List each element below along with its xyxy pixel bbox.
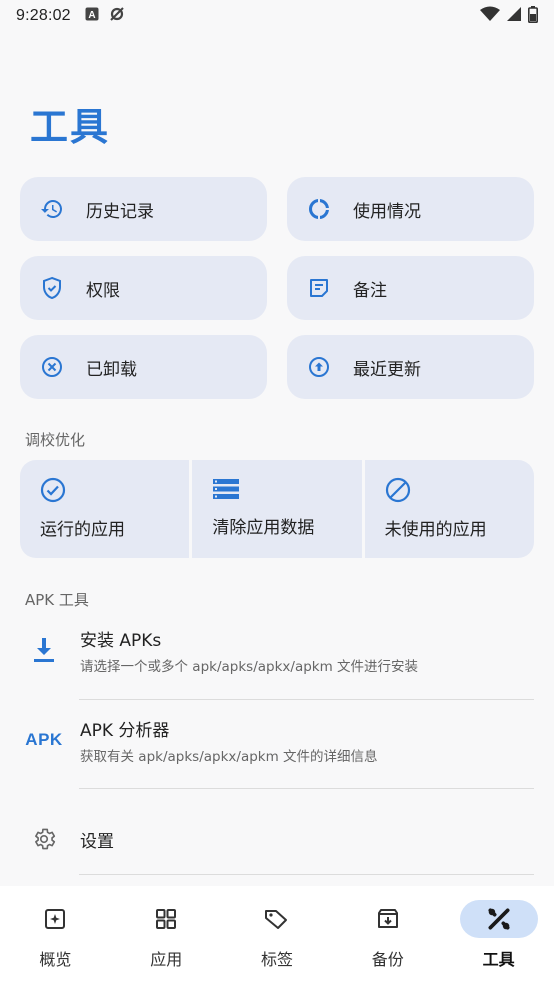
check-circle-icon [40, 477, 189, 507]
tools-icon [459, 900, 538, 938]
tuning-clear-app-data[interactable]: 清除应用数据 [192, 460, 362, 558]
nav-overview[interactable]: 概览 [0, 886, 111, 984]
tool-label: 使用情况 [353, 201, 421, 222]
apk-badge-icon: APK [0, 730, 80, 750]
tuning-group: 运行的应用 清除应用数据 未使用的应用 [20, 460, 534, 558]
nav-label: 应用 [150, 950, 183, 969]
nav-label: 标签 [260, 950, 293, 969]
backup-box-icon [349, 900, 427, 938]
cancel-circle-icon [40, 355, 64, 379]
divider [79, 874, 534, 875]
tool-label: 已卸载 [86, 359, 137, 380]
tool-history[interactable]: 历史记录 [20, 177, 267, 241]
tool-label: 历史记录 [86, 201, 154, 222]
upgrade-circle-icon [307, 355, 331, 379]
gear-icon [0, 826, 80, 852]
svg-text:A: A [88, 10, 95, 21]
tool-recent-updates[interactable]: 最近更新 [287, 335, 534, 399]
tuning-section-label: 调校优化 [25, 431, 86, 449]
apk-analyzer-subtitle: 获取有关 apk/apks/apkx/apkm 文件的详细信息 [80, 748, 378, 765]
install-apks-subtitle: 请选择一个或多个 apk/apks/apkx/apkm 文件进行安装 [80, 658, 419, 675]
divider [79, 788, 534, 789]
install-apks-title: 安装 APKs [80, 630, 162, 651]
signal-icon [506, 6, 522, 26]
storage-list-icon [212, 477, 361, 505]
tag-icon [238, 900, 316, 938]
tuning-unused-apps[interactable]: 未使用的应用 [364, 460, 534, 558]
note-icon [307, 276, 331, 300]
nav-tags[interactable]: 标签 [222, 886, 333, 984]
apk-badge: APK [25, 730, 63, 749]
tool-notes[interactable]: 备注 [287, 256, 534, 320]
nav-label: 工具 [482, 950, 515, 969]
shield-check-icon [40, 276, 64, 300]
usage-donut-icon [307, 197, 331, 221]
history-icon [40, 197, 64, 221]
tuning-label: 运行的应用 [40, 520, 125, 540]
keyboard-a-icon: A [85, 7, 99, 25]
tool-usage[interactable]: 使用情况 [287, 177, 534, 241]
bottom-nav: 概览 应用 标签 备份 工具 [0, 886, 554, 984]
status-bar: 9:28:02 A [0, 0, 554, 32]
overview-icon [16, 900, 94, 938]
nav-apps[interactable]: 应用 [111, 886, 222, 984]
nav-label: 备份 [371, 950, 404, 969]
tuning-label: 清除应用数据 [212, 518, 315, 538]
tool-label: 权限 [86, 280, 120, 301]
page-title: 工具 [30, 105, 111, 149]
apps-grid-icon [127, 900, 205, 938]
wifi-icon [480, 6, 500, 26]
status-time: 9:28:02 [16, 7, 71, 24]
block-icon [385, 477, 534, 507]
nav-tools[interactable]: 工具 [443, 886, 554, 984]
install-apks-item[interactable]: 安装 APKs 请选择一个或多个 apk/apks/apkx/apkm 文件进行… [0, 606, 554, 694]
settings-title: 设置 [80, 831, 114, 852]
tool-label: 备注 [353, 280, 387, 301]
download-icon [0, 636, 80, 664]
tool-uninstalled[interactable]: 已卸载 [20, 335, 267, 399]
nav-backup[interactable]: 备份 [332, 886, 443, 984]
tuning-running-apps[interactable]: 运行的应用 [20, 460, 190, 558]
tool-label: 最近更新 [353, 359, 421, 380]
nav-label: 概览 [39, 950, 72, 969]
tuning-label: 未使用的应用 [384, 520, 487, 540]
tools-grid: 历史记录 使用情况 权限 备注 已卸载 最近更新 [20, 177, 534, 399]
tool-permissions[interactable]: 权限 [20, 256, 267, 320]
sync-off-icon [109, 6, 125, 26]
settings-item[interactable]: 设置 [0, 795, 554, 883]
battery-icon [528, 5, 538, 27]
apk-analyzer-title: APK 分析器 [80, 720, 170, 741]
apk-analyzer-item[interactable]: APK APK 分析器 获取有关 apk/apks/apkx/apkm 文件的详… [0, 696, 554, 784]
